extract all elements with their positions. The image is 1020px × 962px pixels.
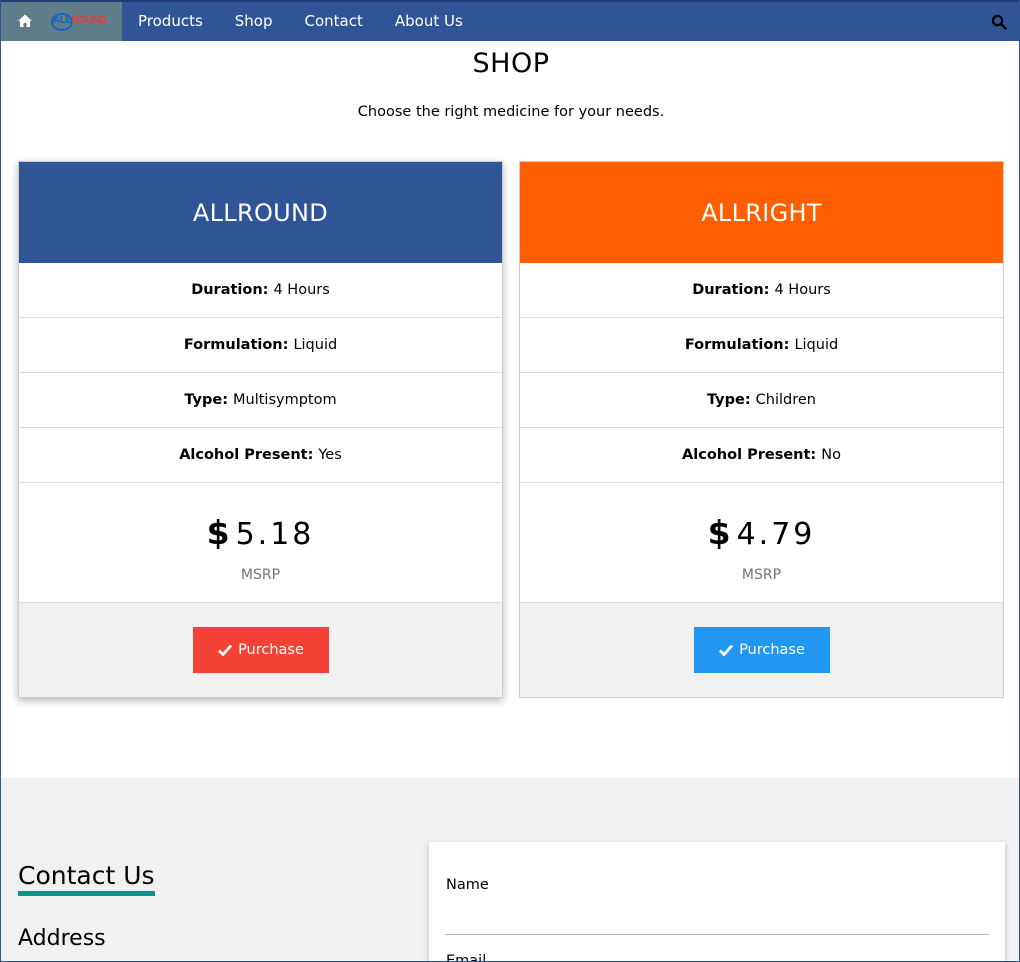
card-footer: Purchase [520, 603, 1003, 697]
spec-label: Alcohol Present: [179, 447, 314, 463]
name-field[interactable] [445, 934, 989, 935]
spec-value: No [821, 447, 841, 463]
address-label: Address [18, 926, 106, 951]
logo-text: ALLROUND [53, 15, 107, 26]
check-icon [218, 644, 233, 656]
spec-value: Yes [318, 447, 342, 463]
spec-label: Alcohol Present: [682, 447, 817, 463]
spec-label: Duration: [191, 282, 269, 298]
spec-label: Type: [707, 392, 751, 408]
product-card-allround: ALLROUND Duration: 4 Hours Formulation: … [18, 161, 503, 698]
page-title: SHOP [472, 48, 550, 79]
price-value: 5.18 [235, 517, 315, 552]
top-nav: ALLROUND Products Shop Contact About Us [1, 0, 1019, 41]
contact-form: Name Email [429, 842, 1005, 962]
spec-row-type: Type: Children [520, 373, 1003, 428]
price-box: $4.79 MSRP [520, 483, 1003, 603]
spec-label: Formulation: [183, 337, 289, 353]
name-field-label: Name [446, 877, 489, 893]
spec-row-alcohol: Alcohol Present: Yes [19, 428, 502, 483]
home-button[interactable]: ALLROUND [1, 2, 122, 41]
spec-row-alcohol: Alcohol Present: No [520, 428, 1003, 483]
spec-value: Children [755, 392, 816, 408]
check-icon [719, 644, 734, 656]
spec-label: Type: [184, 392, 229, 408]
purchase-button[interactable]: Purchase [694, 627, 830, 673]
currency-symbol: $ [206, 513, 230, 552]
price-box: $5.18 MSRP [19, 483, 502, 603]
purchase-button[interactable]: Purchase [193, 627, 329, 673]
brand-logo[interactable]: ALLROUND [51, 12, 107, 32]
contact-section: Contact Us Address Name Email [1, 778, 1019, 962]
nav-link-shop[interactable]: Shop [219, 2, 289, 41]
product-card-header: ALLROUND [19, 162, 502, 263]
card-footer: Purchase [19, 603, 502, 697]
product-card-header: ALLRIGHT [520, 162, 1003, 263]
spec-row-type: Type: Multisymptom [19, 373, 502, 428]
spec-row-duration: Duration: 4 Hours [520, 263, 1003, 318]
purchase-button-label: Purchase [238, 642, 304, 658]
spec-row-formulation: Formulation: Liquid [520, 318, 1003, 373]
price: $4.79 [520, 513, 1003, 552]
spec-value: Multisymptom [233, 392, 337, 408]
spec-value: 4 Hours [273, 282, 330, 298]
spec-row-formulation: Formulation: Liquid [19, 318, 502, 373]
currency-symbol: $ [707, 513, 731, 552]
spec-label: Duration: [692, 282, 770, 298]
spec-value: Liquid [794, 337, 839, 353]
nav-link-about-us[interactable]: About Us [379, 2, 479, 41]
price: $5.18 [19, 513, 502, 552]
nav-link-contact[interactable]: Contact [289, 2, 379, 41]
nav-links: Products Shop Contact About Us [122, 2, 479, 41]
product-card-allright: ALLRIGHT Duration: 4 Hours Formulation: … [519, 161, 1004, 698]
price-value: 4.79 [736, 517, 816, 552]
spec-value: 4 Hours [774, 282, 831, 298]
page: ALLROUND Products Shop Contact About Us … [0, 0, 1020, 962]
spec-row-duration: Duration: 4 Hours [19, 263, 502, 318]
contact-title: Contact Us [18, 861, 155, 896]
home-icon [18, 14, 32, 27]
search-icon[interactable] [991, 14, 1007, 30]
page-subtitle: Choose the right medicine for your needs… [357, 104, 665, 120]
price-note: MSRP [240, 567, 281, 583]
purchase-button-label: Purchase [739, 642, 805, 658]
spec-value: Liquid [293, 337, 338, 353]
spec-label: Formulation: [684, 337, 790, 353]
nav-link-products[interactable]: Products [122, 2, 219, 41]
email-field-label: Email [446, 953, 487, 962]
price-note: MSRP [741, 567, 782, 583]
